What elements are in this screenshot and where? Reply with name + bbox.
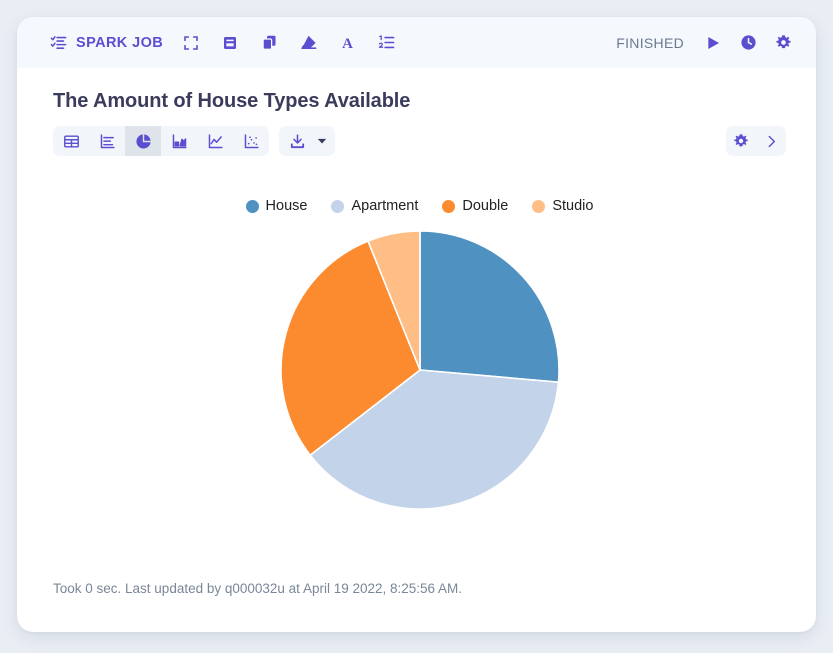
legend-item[interactable]: Apartment bbox=[331, 198, 418, 214]
legend-swatch-icon bbox=[442, 199, 456, 213]
download-group bbox=[279, 126, 335, 156]
gear-icon[interactable] bbox=[726, 126, 756, 156]
pie-chart-button[interactable] bbox=[125, 126, 161, 156]
viz-type-toolbar bbox=[53, 126, 335, 156]
legend-item-label: House bbox=[265, 198, 308, 214]
area-chart-button[interactable] bbox=[161, 126, 197, 156]
legend-item[interactable]: Studio bbox=[532, 198, 593, 214]
viz-toolbar bbox=[53, 126, 786, 156]
bar-chart-button[interactable] bbox=[89, 126, 125, 156]
spark-job-link[interactable]: SPARK JOB bbox=[47, 32, 163, 54]
fullscreen-icon[interactable] bbox=[180, 32, 202, 54]
run-icon[interactable] bbox=[702, 32, 724, 54]
spark-job-label: SPARK JOB bbox=[76, 34, 164, 51]
paragraph-body: The Amount of House Types Available Hous… bbox=[17, 68, 816, 632]
checklist-icon bbox=[47, 32, 69, 54]
font-icon[interactable]: A bbox=[336, 32, 358, 54]
chart-legend: House Apartment Double Studio bbox=[53, 198, 786, 214]
line-chart-button[interactable] bbox=[197, 126, 233, 156]
gear-icon[interactable] bbox=[772, 32, 794, 54]
download-button[interactable] bbox=[279, 126, 315, 156]
pie-slice[interactable] bbox=[418, 230, 560, 384]
chart-area bbox=[53, 222, 786, 522]
chevron-down-icon[interactable] bbox=[315, 126, 329, 156]
viz-footer-status: Took 0 sec. Last updated by q000032u at … bbox=[53, 581, 463, 596]
viz-type-button-group bbox=[53, 126, 269, 156]
page-title: The Amount of House Types Available bbox=[53, 90, 411, 112]
legend-item-label: Studio bbox=[552, 198, 594, 214]
legend-item[interactable]: House bbox=[245, 198, 308, 214]
pie-chart[interactable] bbox=[260, 222, 580, 522]
legend-swatch-icon bbox=[245, 199, 259, 213]
notebook-paragraph-card: SPARK JOB A FINISHED The Amount of House… bbox=[17, 17, 816, 632]
copy-icon[interactable] bbox=[258, 32, 280, 54]
chevron-right-icon[interactable] bbox=[756, 126, 786, 156]
svg-text:A: A bbox=[342, 36, 353, 51]
app-page: SPARK JOB A FINISHED The Amount of House… bbox=[0, 0, 833, 653]
legend-item[interactable]: Double bbox=[442, 198, 508, 214]
header-left-group: SPARK JOB A bbox=[47, 32, 397, 54]
paragraph-header: SPARK JOB A FINISHED bbox=[17, 17, 816, 68]
eraser-icon[interactable] bbox=[297, 32, 319, 54]
scatter-chart-button[interactable] bbox=[233, 126, 269, 156]
table-view-button[interactable] bbox=[53, 126, 89, 156]
clock-icon[interactable] bbox=[737, 32, 759, 54]
status-badge: FINISHED bbox=[616, 34, 684, 51]
legend-swatch-icon bbox=[532, 199, 546, 213]
legend-item-label: Double bbox=[462, 198, 509, 214]
ordered-list-icon[interactable] bbox=[375, 32, 397, 54]
legend-swatch-icon bbox=[331, 199, 345, 213]
viz-settings-group bbox=[726, 126, 786, 156]
header-right-group: FINISHED bbox=[616, 32, 794, 54]
book-icon[interactable] bbox=[219, 32, 241, 54]
legend-item-label: Apartment bbox=[351, 198, 419, 214]
